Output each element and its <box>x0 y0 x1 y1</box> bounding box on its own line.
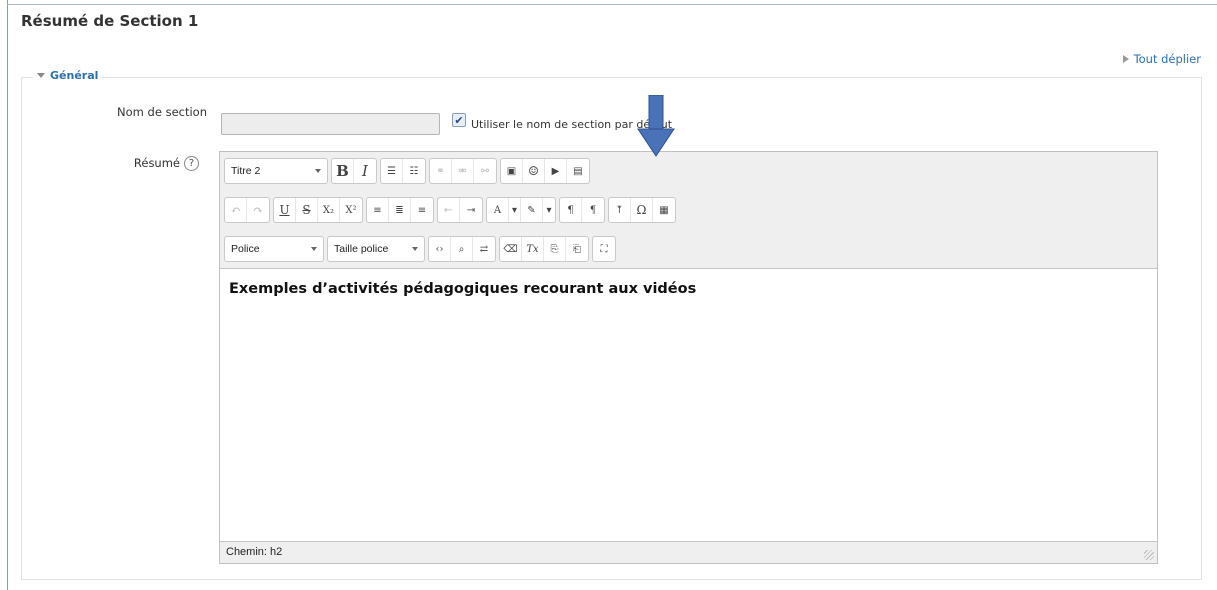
ltr-icon[interactable]: ¶ <box>560 198 582 222</box>
text-color-icon[interactable]: A <box>487 198 509 222</box>
underline-icon[interactable]: U <box>274 198 296 222</box>
triangle-right-icon <box>1122 55 1129 63</box>
link-icon[interactable]: ⚭ <box>430 159 452 183</box>
align-right-icon[interactable]: ≡ <box>411 198 433 222</box>
redo-icon[interactable]: ↷ <box>247 198 269 222</box>
special-char-icon[interactable]: Ω <box>631 198 653 222</box>
clear-format-icon[interactable]: Tx <box>522 237 544 261</box>
superscript-icon[interactable]: X² <box>340 198 362 222</box>
chevron-down-icon <box>315 169 321 173</box>
strikethrough-icon[interactable]: S <box>296 198 318 222</box>
chevron-down-icon <box>311 247 317 251</box>
editor-statusbar: Chemin: h2 <box>220 541 1157 563</box>
align-center-icon[interactable]: ≣ <box>389 198 411 222</box>
window-frame-left <box>7 0 8 590</box>
font-select-value: Police <box>231 243 260 255</box>
anchor-icon[interactable]: ⚯ <box>474 159 496 183</box>
format-select-value: Titre 2 <box>231 165 261 177</box>
special-group: ⤒ Ω ▦ <box>608 197 676 223</box>
link-group: ⚭ ⚮ ⚯ <box>429 158 497 184</box>
section-name-input[interactable] <box>221 113 440 135</box>
down-arrow-icon <box>637 95 675 157</box>
format-group: U S X₂ X² <box>273 197 363 223</box>
content-heading: Exemples d’activités pédagogiques recour… <box>229 281 697 297</box>
align-left-icon[interactable]: ≡ <box>367 198 389 222</box>
bullet-list-icon[interactable]: ☰ <box>381 159 403 183</box>
cleanup-group: ⌫ Tx ⎘ ⎗ <box>499 236 589 262</box>
window-frame-top <box>7 4 1217 5</box>
image-icon[interactable]: ▣ <box>501 159 523 183</box>
history-group: ↶ ↷ <box>224 197 270 223</box>
table-icon[interactable]: ▦ <box>653 198 675 222</box>
format-select[interactable]: Titre 2 <box>224 158 328 184</box>
replace-icon[interactable]: ⇄ <box>473 237 495 261</box>
upload-icon[interactable]: ⤒ <box>609 198 631 222</box>
clean-icon[interactable]: ⌫ <box>500 237 522 261</box>
chevron-down-icon[interactable]: ▾ <box>509 198 521 222</box>
summary-label: Résumé <box>133 156 180 170</box>
unlink-icon[interactable]: ⚮ <box>452 159 474 183</box>
help-icon[interactable]: ? <box>184 156 199 171</box>
subscript-icon[interactable]: X₂ <box>318 198 340 222</box>
bold-icon[interactable]: B <box>332 159 354 183</box>
paste-word-icon[interactable]: ⎗ <box>566 237 588 261</box>
undo-icon[interactable]: ↶ <box>225 198 247 222</box>
background-color-icon[interactable]: ✎ <box>521 198 543 222</box>
editor-content[interactable]: Exemples d’activités pédagogiques recour… <box>220 269 1157 541</box>
rich-text-editor: Titre 2 B I ☰ ☷ ⚭ ⚮ ⚯ ▣ ☺ ▶ ▤ ↶ ↷ U S X₂… <box>219 151 1158 564</box>
size-select[interactable]: Taille police <box>327 236 425 262</box>
align-group: ≡ ≣ ≡ <box>366 197 434 223</box>
size-select-value: Taille police <box>334 243 389 255</box>
resize-grip-icon[interactable] <box>1144 550 1154 560</box>
chevron-down-icon[interactable]: ▾ <box>543 198 555 222</box>
direction-group: ¶ ¶ <box>559 197 605 223</box>
search-icon[interactable]: ⌕ <box>451 237 473 261</box>
toolbar-row-2: ↶ ↷ U S X₂ X² ≡ ≣ ≡ ⇤ ⇥ A ▾ ✎ ▾ ¶ ¶ ⤒ Ω … <box>224 197 676 223</box>
indent-icon[interactable]: ⇥ <box>460 198 482 222</box>
toolbar-row-1: Titre 2 B I ☰ ☷ ⚭ ⚮ ⚯ ▣ ☺ ▶ ▤ <box>224 158 590 184</box>
page-title: Résumé de Section 1 <box>21 12 199 30</box>
legend-label: Général <box>50 69 99 82</box>
insert-group: ▣ ☺ ▶ ▤ <box>500 158 590 184</box>
triangle-down-icon <box>37 73 45 78</box>
indent-group: ⇤ ⇥ <box>437 197 483 223</box>
emoticon-icon[interactable]: ☺ <box>523 159 545 183</box>
toolbar-row-3: Police Taille police ‹› ⌕ ⇄ ⌫ Tx ⎘ ⎗ ⛶ <box>224 236 616 262</box>
font-select[interactable]: Police <box>224 236 324 262</box>
code-icon[interactable]: ‹› <box>429 237 451 261</box>
section-name-label: Nom de section <box>117 105 207 119</box>
editor-toolbar: Titre 2 B I ☰ ☷ ⚭ ⚮ ⚯ ▣ ☺ ▶ ▤ ↶ ↷ U S X₂… <box>220 152 1157 269</box>
numbered-list-icon[interactable]: ☷ <box>403 159 425 183</box>
rtl-icon[interactable]: ¶ <box>582 198 604 222</box>
general-legend[interactable]: Général <box>33 69 103 82</box>
outdent-icon[interactable]: ⇤ <box>438 198 460 222</box>
color-group: A ▾ ✎ ▾ <box>486 197 556 223</box>
tools-group: ‹› ⌕ ⇄ <box>428 236 496 262</box>
paste-text-icon[interactable]: ⎘ <box>544 237 566 261</box>
chevron-down-icon <box>412 247 418 251</box>
fullscreen-group: ⛶ <box>592 236 616 262</box>
use-default-name-checkbox[interactable]: ✔ <box>452 113 466 127</box>
text-style-group: B I <box>331 158 377 184</box>
list-group: ☰ ☷ <box>380 158 426 184</box>
expand-all-label: Tout déplier <box>1133 52 1201 66</box>
italic-icon[interactable]: I <box>354 159 376 183</box>
expand-all-link[interactable]: Tout déplier <box>1122 52 1201 66</box>
element-path: Chemin: h2 <box>226 546 283 558</box>
fullscreen-icon[interactable]: ⛶ <box>593 237 615 261</box>
media-icon[interactable]: ▶ <box>545 159 567 183</box>
file-manager-icon[interactable]: ▤ <box>567 159 589 183</box>
